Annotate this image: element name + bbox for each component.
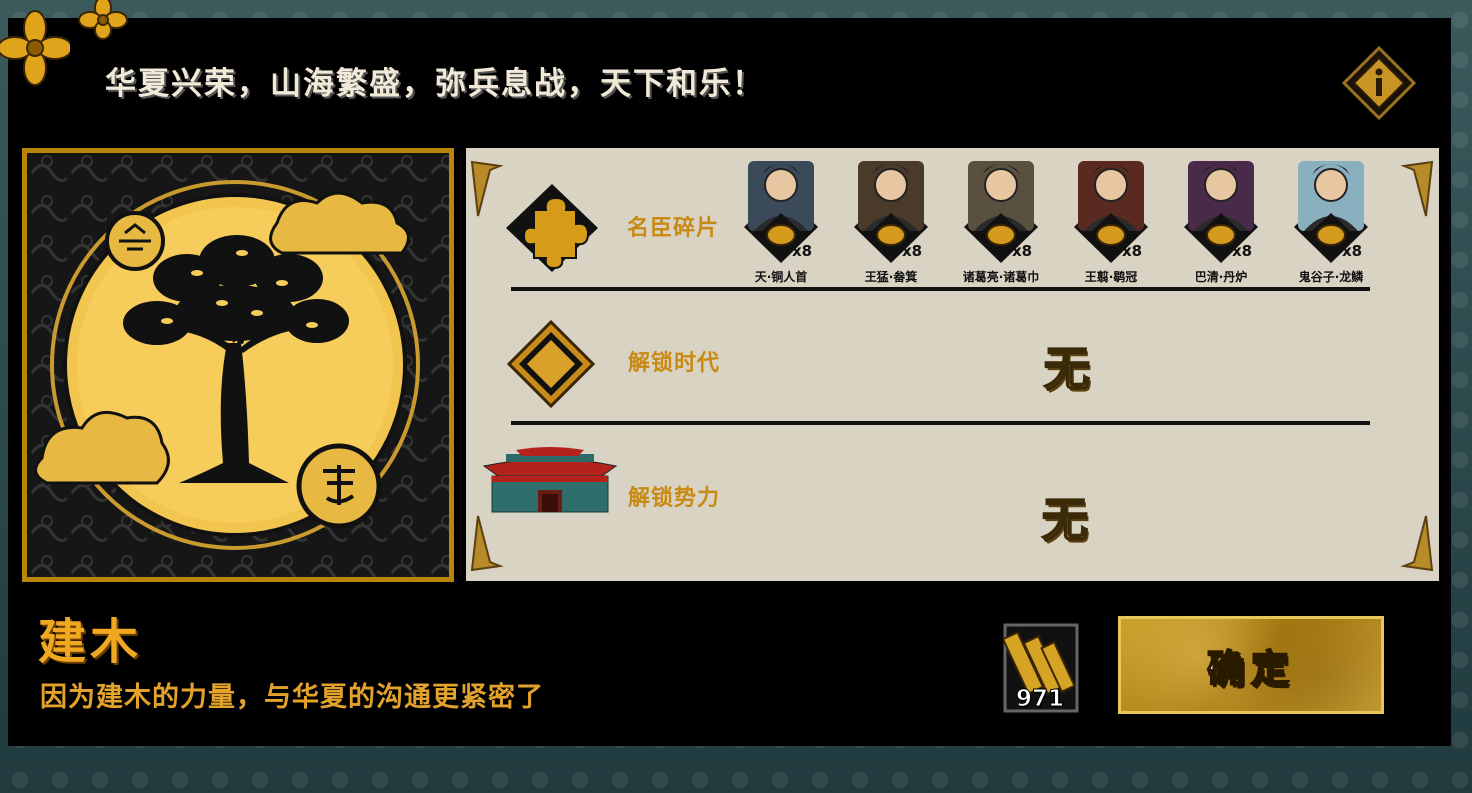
- flower-decoration-icon: [0, 10, 70, 86]
- hero-fragment-count: x8: [1122, 242, 1143, 260]
- hero-fragment-name: 巴清·丹炉: [1194, 270, 1248, 284]
- puzzle-piece-icon: [506, 184, 598, 272]
- gold-diamond-icon: [507, 320, 595, 408]
- tree-emblem: [27, 153, 449, 577]
- hero-fragment-name: 天·铜人首: [754, 270, 808, 284]
- confirm-button-label: 确定: [1206, 646, 1295, 692]
- flower-decoration-icon: [78, 0, 128, 40]
- hero-fragment-count: x8: [1012, 242, 1033, 260]
- emblem-title: 建木: [38, 614, 143, 670]
- era-value: 无: [1043, 341, 1091, 397]
- info-diamond-icon[interactable]: [1342, 46, 1416, 120]
- corner-ornament-icon: [1400, 515, 1434, 572]
- hero-fragment-count: x8: [902, 242, 923, 260]
- row-divider: [511, 421, 1370, 425]
- header-motto: 华夏兴荣，山海繁盛，弥兵息战，天下和乐！: [105, 66, 765, 102]
- hero-fragment-name: 王猛·畚箕: [864, 270, 918, 284]
- hero-fragment-name: 鬼谷子·龙鳞: [1298, 270, 1364, 284]
- palace-icon: [482, 447, 618, 513]
- hero-fragment-count: x8: [792, 242, 813, 260]
- resource-count: 971: [1015, 686, 1064, 713]
- corner-ornament-icon: [1400, 160, 1434, 217]
- fragments-label: 名臣碎片: [627, 216, 720, 241]
- hero-fragment-name: 诸葛亮·诸葛巾: [962, 270, 1040, 284]
- faction-label: 解锁势力: [628, 486, 721, 511]
- faction-value: 无: [1041, 492, 1089, 548]
- row-divider: [511, 287, 1370, 291]
- era-label: 解锁时代: [628, 351, 721, 376]
- hero-fragment-count: x8: [1342, 242, 1363, 260]
- emblem-description: 因为建木的力量，与华夏的沟通更紧密了: [40, 682, 544, 713]
- confirm-button[interactable]: 确定: [1118, 616, 1384, 714]
- emblem-frame: [22, 148, 454, 582]
- hero-fragment-name: 王翦·鹖冠: [1084, 270, 1138, 284]
- hero-fragment-count: x8: [1232, 242, 1253, 260]
- corner-ornament-icon: [470, 515, 504, 572]
- corner-ornament-icon: [470, 160, 504, 217]
